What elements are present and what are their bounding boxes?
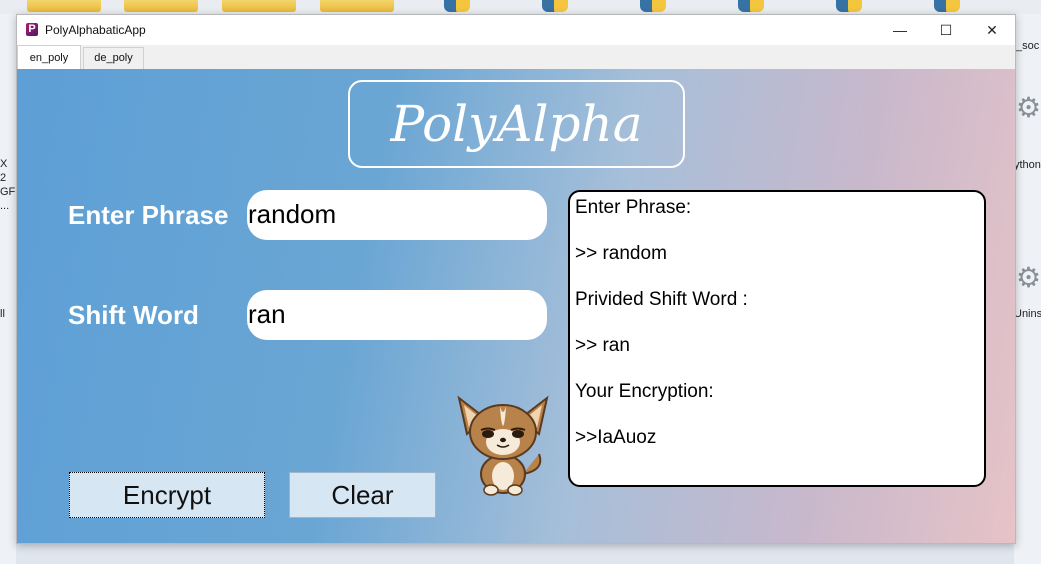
maximize-button[interactable]: ☐ [923, 15, 969, 45]
python-file-icon[interactable] [636, 0, 670, 12]
clear-button[interactable]: Clear [289, 472, 436, 518]
desktop-left-strip: X 2 GF ... ll [0, 14, 16, 564]
main-canvas: PolyAlpha Enter Phrase random Shift Word… [17, 69, 1015, 543]
phrase-label: Enter Phrase [68, 200, 229, 230]
python-file-icon[interactable] [734, 0, 768, 12]
desktop-label: GF [0, 186, 16, 198]
python-file-icon[interactable] [930, 0, 964, 12]
tab-bar: en_poly de_poly [17, 45, 1015, 70]
tab-en-poly[interactable]: en_poly [17, 45, 81, 70]
gear-icon[interactable]: ⚙ [1016, 264, 1041, 292]
minimize-button[interactable]: — [877, 15, 923, 45]
output-line: >> ran [575, 335, 630, 356]
output-line: >> random [575, 243, 667, 264]
output-line: Your Encryption: [575, 381, 714, 402]
desktop-label[interactable]: ython [1014, 159, 1041, 171]
gear-icon[interactable]: ⚙ [1016, 94, 1041, 122]
shift-word-input[interactable]: ran [247, 290, 547, 340]
desktop-label[interactable]: Unins [1014, 308, 1041, 320]
desktop-top-strip [0, 0, 1041, 14]
output-panel[interactable]: Enter Phrase: >> random Privided Shift W… [568, 190, 986, 487]
title-bar[interactable]: P PolyAlphabaticApp — ☐ ✕ [17, 15, 1015, 45]
python-file-icon[interactable] [832, 0, 866, 12]
output-line: >>IaAuoz [575, 427, 657, 448]
folder-icon[interactable] [222, 0, 296, 12]
close-button[interactable]: ✕ [969, 15, 1015, 45]
app-window: P PolyAlphabaticApp — ☐ ✕ en_poly de_pol… [16, 14, 1016, 544]
tab-de-poly[interactable]: de_poly [83, 47, 144, 69]
logo-frame: PolyAlpha [348, 80, 685, 168]
output-line: Enter Phrase: [575, 197, 692, 218]
output-line: Privided Shift Word : [575, 289, 748, 310]
logo-title: PolyAlpha [390, 95, 643, 153]
python-file-icon[interactable] [538, 0, 572, 12]
folder-icon[interactable] [27, 0, 101, 12]
shift-word-label: Shift Word [68, 300, 199, 330]
desktop-label: 2 [0, 172, 7, 184]
python-file-icon[interactable] [440, 0, 474, 12]
chihuahua-mascot-icon [457, 395, 549, 496]
desktop-right-strip: _soc ⚙ ython ⚙ Unins [1014, 14, 1041, 564]
encrypt-button[interactable]: Encrypt [69, 472, 265, 518]
folder-icon[interactable] [320, 0, 394, 12]
app-logo-icon: P [26, 23, 38, 36]
window-title: PolyAlphabaticApp [45, 23, 146, 37]
desktop-label: X [0, 158, 8, 170]
phrase-input[interactable]: random [247, 190, 547, 240]
desktop-label: ... [0, 200, 10, 212]
desktop-label: ll [0, 308, 5, 320]
folder-icon[interactable] [124, 0, 198, 12]
desktop-label[interactable]: _soc [1016, 40, 1039, 52]
